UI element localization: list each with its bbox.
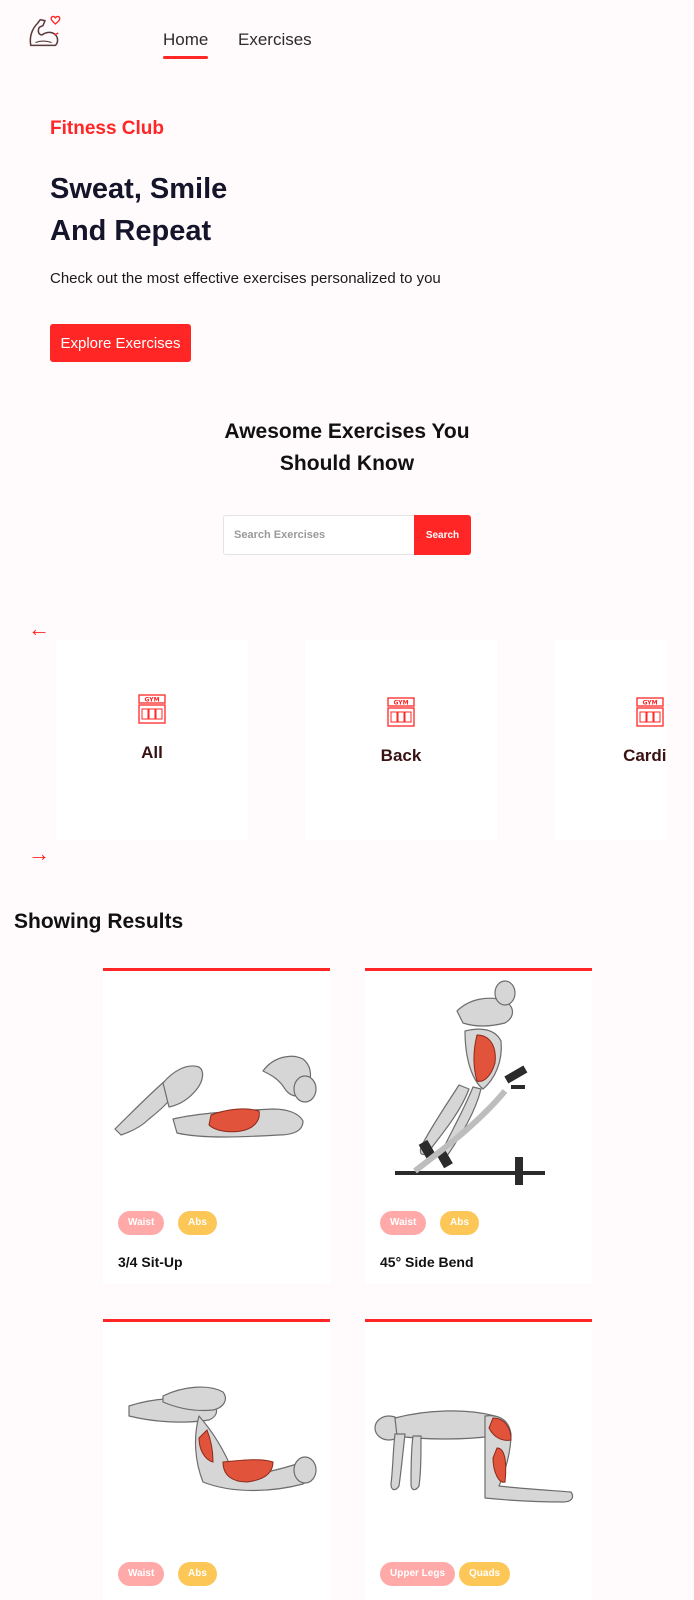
exercise-illustration: [374, 1410, 574, 1503]
category-card-back[interactable]: GYM Back: [305, 640, 497, 840]
category-card-cardio[interactable]: GYM Cardio: [554, 640, 666, 840]
svg-text:GYM: GYM: [393, 700, 408, 707]
tag-target: Quads: [459, 1562, 511, 1586]
search-section-title: Awesome Exercises You Should Know: [0, 416, 694, 480]
hero-tag: Fitness Club: [50, 118, 165, 139]
tag-body-part: Waist: [380, 1211, 427, 1235]
exercise-illustration: [395, 980, 545, 1185]
tag-target: Abs: [440, 1211, 479, 1235]
nav-home-link[interactable]: Home: [163, 30, 209, 59]
exercise-card[interactable]: Waist Abs 45° Side Bend: [365, 968, 592, 1284]
gym-icon: GYM: [636, 697, 664, 727]
exercise-card[interactable]: Waist Abs 3/4 Sit-Up: [103, 968, 330, 1284]
exercise-name: 45° Side Bend: [380, 1254, 474, 1270]
category-label-back: Back: [380, 746, 422, 765]
tag-body-part: Upper Legs: [380, 1562, 456, 1586]
svg-text:GYM: GYM: [642, 700, 657, 707]
tag-target: Abs: [178, 1562, 217, 1586]
category-label-all: All: [141, 743, 163, 762]
tag-target: Abs: [178, 1211, 217, 1235]
category-card-all[interactable]: GYM All: [56, 640, 248, 840]
search-button[interactable]: Search: [414, 515, 471, 555]
svg-text:GYM: GYM: [144, 697, 159, 704]
search-input[interactable]: [223, 515, 415, 555]
search-title-line2: Should Know: [279, 452, 415, 475]
gym-icon: GYM: [387, 697, 415, 727]
exercise-card[interactable]: Waist Abs: [103, 1319, 330, 1600]
hero-title-line2: And Repeat: [50, 215, 212, 247]
results-title: Showing Results: [14, 910, 184, 933]
search-title-line1: Awesome Exercises You: [224, 420, 470, 443]
explore-exercises-button[interactable]: Explore Exercises: [50, 324, 191, 362]
exercise-illustration: [128, 1386, 317, 1492]
category-label-cardio: Cardio: [623, 746, 666, 765]
gym-icon: GYM: [138, 694, 166, 724]
exercise-name: 3/4 Sit-Up: [118, 1254, 183, 1270]
arrow-right-icon[interactable]: →: [28, 843, 50, 865]
nav-exercises-link[interactable]: Exercises: [238, 30, 312, 50]
tag-body-part: Waist: [118, 1211, 165, 1235]
arrow-left-icon[interactable]: ←: [28, 618, 50, 640]
logo-icon[interactable]: [26, 14, 64, 52]
tag-body-part: Waist: [118, 1562, 165, 1586]
hero-subtitle: Check out the most effective exercises p…: [50, 270, 441, 287]
exercise-illustration: [114, 1055, 317, 1138]
hero-title-line1: Sweat, Smile: [50, 173, 228, 205]
hero-title: Sweat, Smile And Repeat: [50, 168, 227, 252]
category-scroller: GYM All GYM Back GYM Cardio: [56, 640, 666, 840]
exercise-card[interactable]: Upper Legs Quads: [365, 1319, 592, 1600]
